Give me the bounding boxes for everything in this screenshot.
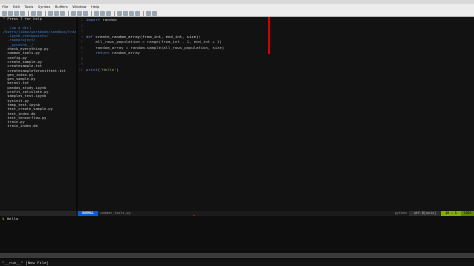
toolbar-divider: [91, 10, 92, 16]
undo-icon[interactable]: [31, 10, 36, 16]
cut-icon[interactable]: [48, 10, 53, 16]
code-token: random_array: [109, 50, 140, 55]
code-token: return: [95, 50, 110, 55]
save-icon[interactable]: [8, 10, 13, 16]
run-script-icon[interactable]: [106, 10, 111, 16]
terminal-output-line: $ Hello: [0, 216, 474, 221]
toolbar-divider: [68, 10, 69, 16]
code-token: random: [100, 17, 117, 22]
code-token: print: [86, 66, 98, 72]
code-token: def: [86, 33, 94, 39]
terminal-output-text: Hello: [6, 216, 19, 221]
paste-icon[interactable]: [60, 10, 65, 16]
code-token: random_array = random.sample(all_rows_po…: [86, 44, 225, 50]
tag-jump-icon[interactable]: [135, 10, 140, 16]
toolbar-divider: [143, 10, 144, 16]
code-token: create_random_array(from_int, end_int, s…: [93, 33, 201, 39]
save-all-icon[interactable]: [14, 10, 19, 16]
print-icon[interactable]: [20, 10, 25, 16]
find-help-icon[interactable]: [152, 10, 157, 16]
redo-icon[interactable]: [37, 10, 42, 16]
make-icon[interactable]: [117, 10, 122, 16]
find-icon[interactable]: [71, 10, 76, 16]
shell-icon[interactable]: [123, 10, 128, 16]
code-token: ): [116, 66, 119, 72]
toolbar-divider: [45, 10, 46, 16]
find-prev-icon[interactable]: [83, 10, 88, 16]
toolbar-divider: [114, 10, 115, 16]
terminal-statusline: [0, 253, 474, 258]
code-token: 'Hello': [100, 66, 117, 72]
open-icon[interactable]: [2, 10, 7, 16]
code-token: all_rows_population = range(from_int - 1…: [86, 39, 222, 44]
toolbar: [0, 10, 474, 17]
load-session-icon[interactable]: [94, 10, 99, 16]
code-token: import: [86, 17, 101, 22]
tree-file[interactable]: train_index.db: [0, 124, 76, 128]
command-line[interactable]: "__run__" [New File]: [0, 260, 474, 266]
toolbar-divider: [28, 10, 29, 16]
copy-icon[interactable]: [54, 10, 59, 16]
save-session-icon[interactable]: [100, 10, 105, 16]
code-editor[interactable]: 1 import random 2 3 4 def create_random_array…: [78, 17, 474, 215]
find-next-icon[interactable]: [77, 10, 82, 16]
file-tree-panel: " Press ? for help.. (up a dir)/Users/ji…: [0, 17, 81, 215]
ctags-icon[interactable]: [129, 10, 134, 16]
color-column-marker: [268, 17, 270, 54]
code-line[interactable]: 10 print('Hello'): [78, 67, 474, 73]
terminal-panel[interactable]: $ Hello: [0, 216, 474, 260]
line-number: 10: [78, 66, 83, 72]
help-icon[interactable]: [146, 10, 151, 16]
